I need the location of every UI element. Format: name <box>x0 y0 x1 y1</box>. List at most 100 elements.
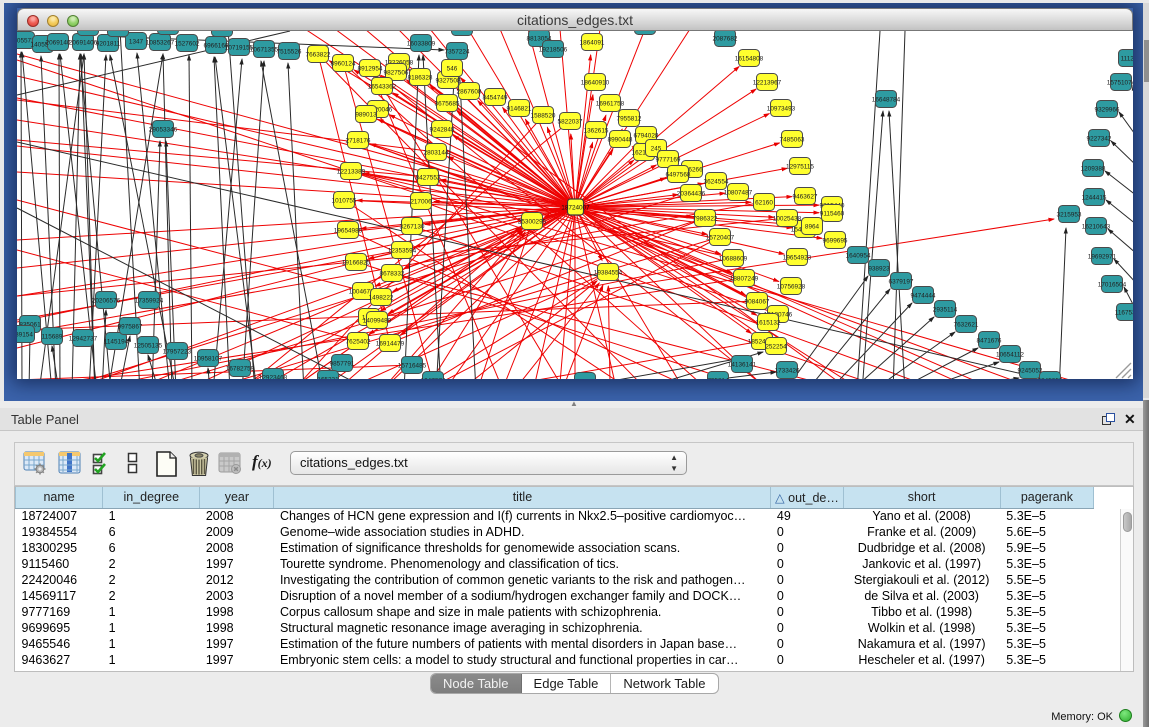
svg-text:19384554: 19384554 <box>594 269 623 276</box>
svg-text:18724007: 18724007 <box>561 205 590 212</box>
svg-text:2867608: 2867608 <box>457 88 482 95</box>
svg-text:8912954: 8912954 <box>358 65 383 72</box>
svg-text:9975867: 9975867 <box>118 323 143 330</box>
svg-text:10688609: 10688609 <box>719 255 748 262</box>
svg-text:2069140: 2069140 <box>46 39 71 46</box>
svg-text:15751074: 15751074 <box>1107 79 1133 86</box>
svg-text:12353594: 12353594 <box>388 247 417 254</box>
svg-text:1527602: 1527602 <box>175 40 200 47</box>
svg-text:7485063: 7485063 <box>780 136 805 143</box>
svg-text:7663822: 7663822 <box>306 51 331 58</box>
svg-text:12923468: 12923468 <box>259 374 288 379</box>
svg-text:1640954: 1640954 <box>846 252 871 259</box>
svg-text:25300295: 25300295 <box>518 218 547 225</box>
svg-text:17016504: 17016504 <box>1098 281 1127 288</box>
svg-text:12942737: 12942737 <box>69 335 98 342</box>
svg-text:16961758: 16961758 <box>596 100 625 107</box>
svg-text:19166825: 19166825 <box>342 259 371 266</box>
svg-text:10958107: 10958107 <box>194 355 223 362</box>
svg-text:1733426: 1733426 <box>775 367 800 374</box>
svg-text:9201811: 9201811 <box>96 40 121 47</box>
svg-text:20206576: 20206576 <box>92 297 121 304</box>
svg-text:989013: 989013 <box>355 111 377 118</box>
svg-text:10671355: 10671355 <box>250 46 279 53</box>
svg-text:14136141: 14136141 <box>728 361 757 368</box>
svg-text:115689: 115689 <box>42 333 63 340</box>
svg-text:16648784: 16648784 <box>872 96 901 103</box>
svg-text:1864091: 1864091 <box>580 39 605 46</box>
svg-text:1047274: 1047274 <box>421 377 446 379</box>
svg-text:19654985: 19654985 <box>334 227 363 234</box>
svg-text:1167533: 1167533 <box>1115 309 1133 316</box>
svg-text:938923: 938923 <box>868 265 890 272</box>
svg-text:6794028: 6794028 <box>634 132 659 139</box>
svg-text:16154808: 16154808 <box>735 55 764 62</box>
svg-text:18807249: 18807249 <box>730 275 759 282</box>
svg-text:2803144: 2803144 <box>424 149 449 156</box>
svg-text:12213389: 12213389 <box>337 168 366 175</box>
svg-text:19692971: 19692971 <box>1088 253 1117 260</box>
svg-text:1145194: 1145194 <box>104 338 129 345</box>
svg-text:19218506: 19218506 <box>539 46 568 53</box>
svg-text:9474444: 9474444 <box>911 292 936 299</box>
svg-text:7986322: 7986322 <box>693 215 718 222</box>
svg-text:16782759: 16782759 <box>226 365 255 372</box>
svg-text:10853267: 10853267 <box>146 39 175 46</box>
svg-text:16210643: 16210643 <box>1082 223 1111 230</box>
svg-text:9115460: 9115460 <box>820 210 845 217</box>
svg-text:7515526: 7515526 <box>277 48 302 55</box>
svg-text:9327508: 9327508 <box>436 77 461 84</box>
svg-text:252254: 252254 <box>765 343 787 350</box>
svg-text:958213: 958213 <box>574 378 596 379</box>
svg-text:20364436: 20364436 <box>677 190 706 197</box>
svg-text:8427552: 8427552 <box>416 174 441 181</box>
svg-text:1615132: 1615132 <box>756 319 781 326</box>
svg-text:10807487: 10807487 <box>724 189 753 196</box>
svg-text:6379197: 6379197 <box>889 278 914 285</box>
svg-text:9245052: 9245052 <box>1038 377 1063 379</box>
svg-text:8990448: 8990448 <box>608 136 633 143</box>
svg-text:9463627: 9463627 <box>793 193 818 200</box>
svg-text:19654923: 19654923 <box>783 254 812 261</box>
svg-text:9777169: 9777169 <box>656 156 681 163</box>
svg-text:18640910: 18640910 <box>581 79 610 86</box>
svg-text:8471676: 8471676 <box>977 337 1002 344</box>
svg-text:8454749: 8454749 <box>483 94 508 101</box>
svg-text:7632621: 7632621 <box>954 321 979 328</box>
svg-text:10654112: 10654112 <box>996 351 1024 358</box>
svg-text:20691406: 20691406 <box>69 39 98 46</box>
svg-text:15720407: 15720407 <box>706 234 735 241</box>
svg-text:17359924: 17359924 <box>135 297 164 304</box>
svg-text:14099489: 14099489 <box>363 317 392 324</box>
svg-text:8960124: 8960124 <box>331 60 356 67</box>
svg-text:17957223: 17957223 <box>163 348 192 355</box>
svg-text:546: 546 <box>447 65 458 72</box>
svg-text:9242848: 9242848 <box>430 126 455 133</box>
svg-text:8186328: 8186328 <box>408 74 433 81</box>
svg-text:1347: 1347 <box>129 38 144 45</box>
svg-text:7357224: 7357224 <box>445 48 470 55</box>
svg-text:15716485: 15716485 <box>398 362 427 369</box>
svg-text:62160: 62160 <box>755 199 773 206</box>
svg-text:1588520: 1588520 <box>531 112 556 119</box>
svg-text:165231: 165231 <box>317 376 339 379</box>
svg-text:2087682: 2087682 <box>713 35 738 42</box>
svg-text:9857791: 9857791 <box>330 360 355 367</box>
svg-text:1209388: 1209388 <box>1081 165 1106 172</box>
svg-text:3624554: 3624554 <box>704 178 729 185</box>
svg-text:16033809: 16033809 <box>407 40 436 47</box>
svg-text:1362615: 1362615 <box>584 127 609 134</box>
svg-text:3675685: 3675685 <box>435 100 460 107</box>
svg-text:8678332: 8678332 <box>380 270 405 277</box>
svg-text:7955812: 7955812 <box>617 115 642 122</box>
svg-text:9084067: 9084067 <box>745 298 770 305</box>
svg-text:16543362: 16543362 <box>368 83 397 90</box>
svg-text:7625402: 7625402 <box>346 338 371 345</box>
svg-text:16914479: 16914479 <box>376 340 405 347</box>
svg-text:1498222: 1498222 <box>369 294 394 301</box>
svg-text:12975115: 12975115 <box>786 163 814 170</box>
svg-text:9329966: 9329966 <box>1095 106 1120 113</box>
svg-text:1010755: 1010755 <box>332 197 357 204</box>
svg-text:9827506: 9827506 <box>384 69 409 76</box>
svg-text:3267130: 3267130 <box>400 223 425 230</box>
